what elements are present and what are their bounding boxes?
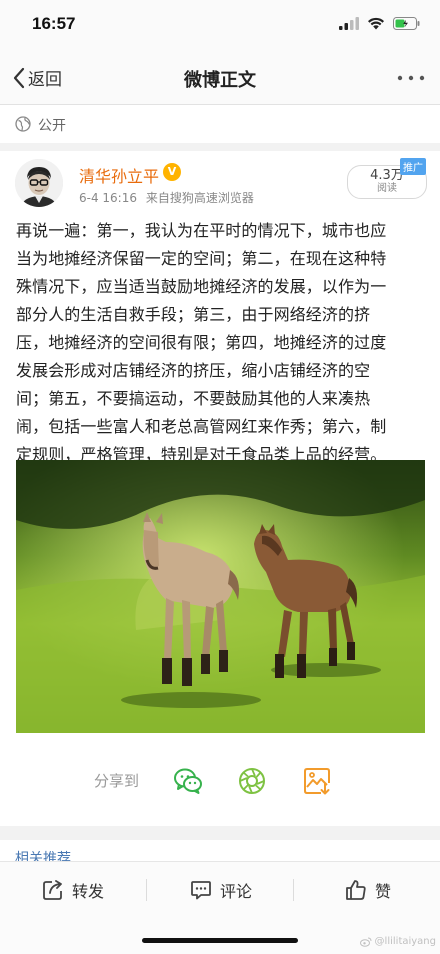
repost-button[interactable]: 转发	[42, 878, 104, 902]
read-label: 阅读	[377, 183, 397, 194]
like-button[interactable]: 赞	[345, 878, 391, 902]
post-text-line: 殊情况下，应当适当鼓励地摊经济的发展，以作为一	[16, 277, 387, 296]
home-indicator	[142, 938, 298, 943]
like-label: 赞	[375, 882, 392, 901]
save-image-icon[interactable]	[302, 766, 332, 796]
section-divider	[0, 826, 440, 840]
status-bar: 16:57	[0, 0, 440, 52]
comment-button[interactable]: 评论	[190, 878, 252, 902]
watermark-text: @llilitaiyang	[374, 936, 436, 947]
repost-label: 转发	[72, 882, 105, 901]
nav-bar: 返回 微博正文	[0, 52, 440, 105]
status-time: 16:57	[32, 14, 76, 33]
author-portrait	[15, 159, 63, 207]
comment-icon	[191, 881, 211, 900]
post-text-line: 间；第五，不要搞运动，不要鼓励其他的人来凑热	[16, 389, 371, 408]
action-divider	[146, 879, 147, 901]
horses-photo	[16, 460, 425, 733]
comment-label: 评论	[220, 882, 253, 901]
post-date: 6-4 16:16	[79, 191, 137, 205]
back-label: 返回	[28, 70, 62, 90]
post-text-line: 当为地摊经济保留一定的空间；第二，在现在这种特	[16, 249, 387, 268]
post-text-line: 压，地摊经济的空间很有限；第四，地摊经济的过度	[16, 333, 387, 352]
post-text-line: 闹，包括一些富人和老总高管网红来作秀；第六，制	[16, 417, 387, 436]
avatar[interactable]	[15, 159, 63, 207]
post-text-line: 发展会形成对店铺经济的挤压，缩小店铺经济的空	[16, 361, 371, 380]
watermark: @llilitaiyang	[359, 936, 436, 947]
promo-tag[interactable]: 推广	[400, 158, 426, 175]
vip-badge-icon: V	[163, 163, 181, 181]
wifi-icon	[368, 17, 384, 30]
post-text-line: 部分人的生活自救手段；第三，由于网络经济的挤	[16, 305, 371, 324]
battery-icon	[393, 17, 420, 30]
post-source: 来自搜狗高速浏览器	[145, 191, 254, 205]
post-text: 再说一遍：第一，我认为在平时的情况下，城市也应 当为地摊经济保留一定的空间；第二…	[16, 217, 426, 469]
more-options-icon[interactable]	[396, 68, 426, 88]
post-image[interactable]	[16, 460, 425, 733]
page-title: 微博正文	[184, 70, 256, 91]
share-row: 分享到	[0, 762, 440, 802]
repost-icon	[43, 880, 62, 900]
share-label: 分享到	[94, 772, 140, 790]
post-meta: 6-4 16:16 来自搜狗高速浏览器	[79, 189, 254, 206]
thumbs-up-icon	[346, 880, 366, 900]
wechat-icon[interactable]	[173, 766, 203, 796]
visibility-label: 公开	[38, 118, 66, 134]
status-icons	[339, 17, 420, 30]
moments-icon[interactable]	[237, 766, 267, 796]
weibo-logo-icon	[359, 937, 372, 947]
post-text-line: 再说一遍：第一，我认为在平时的情况下，城市也应	[16, 221, 387, 240]
chevron-left-icon	[13, 67, 25, 88]
signal-icon	[339, 17, 359, 30]
globe-icon	[15, 116, 31, 132]
back-button[interactable]: 返回	[12, 65, 62, 90]
visibility-row: 公开	[0, 105, 440, 151]
author-name[interactable]: 清华孙立平	[79, 163, 159, 187]
action-divider	[293, 879, 294, 901]
